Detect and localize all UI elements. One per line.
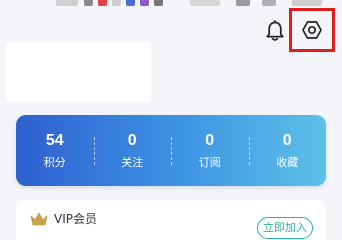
stat-points[interactable]: 54 积分 [16, 115, 94, 186]
stat-value: 0 [282, 131, 292, 149]
status-icon [140, 0, 149, 6]
stat-label: 积分 [43, 155, 66, 169]
status-icon [98, 0, 107, 6]
crown-icon [30, 212, 48, 226]
status-icon [262, 0, 276, 6]
status-icon [236, 0, 250, 6]
stat-label: 关注 [121, 155, 144, 169]
status-icon [190, 0, 220, 6]
notification-button[interactable] [262, 18, 288, 44]
status-icon [154, 0, 163, 6]
stat-following[interactable]: 0 关注 [93, 115, 172, 186]
stat-value: 0 [127, 131, 137, 149]
stat-favorites[interactable]: 0 收藏 [248, 115, 327, 186]
vip-card: VIP会员 立即加入 [16, 200, 326, 240]
stat-value: 54 [45, 131, 64, 149]
stat-subscriptions[interactable]: 0 订阅 [171, 115, 249, 186]
settings-button[interactable] [289, 8, 335, 52]
stat-label: 收藏 [276, 155, 299, 169]
settings-icon [302, 21, 322, 39]
stat-value: 0 [205, 131, 215, 149]
status-icon [292, 0, 322, 6]
stats-card: 54 积分 0 关注 0 订阅 0 收藏 [16, 115, 326, 186]
status-icon [126, 0, 135, 6]
bell-icon [266, 20, 284, 41]
status-bar [0, 0, 342, 8]
join-vip-button[interactable]: 立即加入 [257, 217, 313, 239]
profile-area[interactable] [6, 42, 151, 102]
status-icon [56, 0, 78, 6]
stat-label: 订阅 [198, 155, 221, 169]
status-icon [84, 0, 93, 6]
vip-label: VIP会员 [54, 212, 97, 226]
status-icon [112, 0, 121, 6]
